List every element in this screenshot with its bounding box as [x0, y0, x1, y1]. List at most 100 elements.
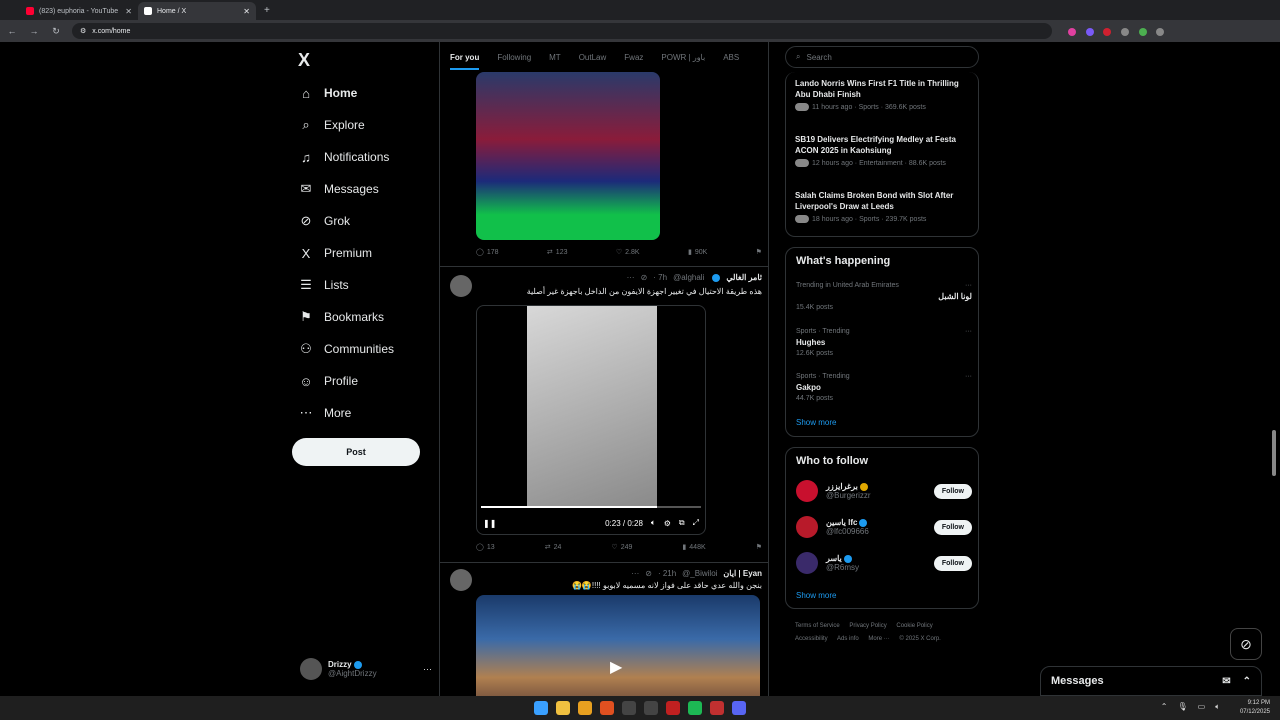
ads-info-link[interactable]: Ads info — [837, 636, 859, 642]
site-info-icon[interactable]: ⚙ — [80, 27, 86, 35]
app-icon[interactable] — [622, 701, 636, 715]
expand-icon[interactable]: ⌃ — [1243, 676, 1251, 687]
tab-for-you[interactable]: For you — [450, 53, 480, 70]
sidebar-item-communities[interactable]: ⚇ Communities — [298, 339, 394, 359]
close-icon[interactable]: ✕ — [243, 7, 250, 16]
play-icon[interactable]: ▶ — [610, 657, 622, 677]
repost-button[interactable]: ⇄ 24 — [545, 543, 562, 552]
more-icon[interactable]: ··· — [965, 373, 972, 380]
pip-icon[interactable]: ⧉ — [679, 518, 685, 528]
settings-icon[interactable]: ⚙ — [664, 519, 671, 528]
post-button[interactable]: Post — [292, 438, 420, 466]
views-button[interactable]: ▮ 448K — [682, 543, 705, 552]
grok-icon[interactable]: ⊘ — [641, 273, 648, 282]
avatar[interactable] — [796, 516, 818, 538]
tweet-author[interactable]: ايان | Eyan — [723, 569, 762, 578]
mic-icon[interactable]: 🎙︎ — [1177, 702, 1187, 712]
avatar[interactable] — [796, 552, 818, 574]
messages-drawer[interactable]: Messages ✉ ⌃ — [1040, 666, 1262, 696]
more-icon[interactable]: ··· — [965, 282, 972, 289]
trend-item[interactable]: Sports · Trending ··· Gakpo 44.7K posts — [796, 373, 972, 402]
windows-start-icon[interactable] — [534, 701, 548, 715]
tab-abs[interactable]: ABS — [723, 53, 739, 62]
sidebar-item-grok[interactable]: ⊘ Grok — [298, 211, 350, 231]
back-icon[interactable]: ← — [6, 26, 18, 36]
follow-button[interactable]: Follow — [933, 483, 972, 499]
new-message-icon[interactable]: ✉ — [1222, 676, 1230, 687]
news-item[interactable]: SB19 Delivers Electrifying Medley at Fes… — [795, 134, 973, 167]
extension-icon[interactable] — [1103, 27, 1112, 36]
app-icon[interactable] — [666, 701, 680, 715]
sidebar-item-more[interactable]: ⋯ More — [298, 403, 352, 423]
tweet[interactable]: ··· ⊘ · 7h @alghali ثامر الغالي هذه طريق… — [440, 266, 768, 562]
network-icon[interactable]: ▭ — [1198, 702, 1206, 712]
like-button[interactable]: ♡ 249 — [611, 543, 632, 552]
tweet-video-thumbnail[interactable]: ▶ — [476, 595, 760, 696]
new-tab-button[interactable]: + — [264, 5, 270, 16]
address-bar[interactable]: ⚙ x.com/home — [72, 23, 1052, 39]
sidebar-item-lists[interactable]: ☰ Lists — [298, 275, 349, 295]
search-input[interactable]: ⌕ Search — [785, 46, 979, 68]
tab-x-home[interactable]: Home / X ✕ — [138, 2, 256, 20]
app-icon[interactable] — [710, 701, 724, 715]
sidebar-item-profile[interactable]: ☺ Profile — [298, 371, 358, 391]
show-more-link[interactable]: Show more — [796, 418, 836, 427]
sidebar-item-explore[interactable]: ⌕ Explore — [298, 115, 364, 135]
tweet[interactable]: ··· ⊘ · 21h @_Biwiloi ايان | Eyan بنجن و… — [440, 562, 768, 696]
tweet-time[interactable]: · 7h — [653, 273, 667, 282]
reply-button[interactable]: ◯ 178 — [476, 248, 499, 257]
more-icon[interactable]: ··· — [631, 569, 639, 578]
more-icon[interactable]: ··· — [423, 664, 432, 674]
app-icon[interactable] — [644, 701, 658, 715]
suggested-user[interactable]: ياسين lfc @lfc009666 Follow — [796, 516, 972, 538]
tab-following[interactable]: Following — [497, 53, 531, 62]
repost-button[interactable]: ⇄ 123 — [547, 248, 568, 257]
extension-icon[interactable] — [1068, 27, 1076, 36]
scrollbar[interactable] — [1272, 430, 1276, 476]
tab-mt[interactable]: MT — [549, 53, 561, 62]
reply-button[interactable]: ◯ 13 — [476, 543, 495, 552]
tab-fwaz[interactable]: Fwaz — [624, 53, 643, 62]
volume-icon[interactable]: 🔈︎ — [1215, 702, 1220, 712]
clock[interactable]: 9:12 PM 07/12/2025 — [1240, 699, 1270, 717]
video-progress-bar[interactable] — [481, 506, 701, 508]
terms-link[interactable]: Terms of Service — [795, 623, 840, 629]
discord-icon[interactable] — [732, 701, 746, 715]
follow-button[interactable]: Follow — [933, 519, 972, 535]
pause-icon[interactable]: ❚❚ — [483, 519, 496, 528]
file-explorer-icon[interactable] — [556, 701, 570, 715]
reload-icon[interactable]: ↻ — [50, 26, 62, 37]
trend-item[interactable]: Trending in United Arab Emirates ··· لونا … — [796, 282, 972, 311]
privacy-link[interactable]: Privacy Policy — [849, 623, 886, 629]
avatar[interactable] — [450, 569, 472, 591]
like-button[interactable]: ♡ 2.8K — [616, 248, 640, 257]
sidebar-item-messages[interactable]: ✉ Messages — [298, 179, 379, 199]
tweet-handle[interactable]: @_Biwiloi — [682, 569, 717, 578]
news-item[interactable]: Lando Norris Wins First F1 Title in Thri… — [795, 78, 973, 111]
news-item[interactable]: Salah Claims Broken Bond with Slot After… — [795, 190, 973, 223]
x-logo[interactable]: X — [298, 50, 310, 71]
spotify-icon[interactable] — [688, 701, 702, 715]
close-icon[interactable]: ✕ — [125, 7, 132, 16]
tweet-time[interactable]: · 21h — [658, 569, 676, 578]
brave-icon[interactable] — [600, 701, 614, 715]
tab-youtube[interactable]: (823) euphoria - YouTube ✕ — [20, 2, 138, 20]
video-player[interactable]: ❚❚ 0:23 / 0:28 🔈︎ ⚙ ⧉ ⤢ — [476, 305, 706, 535]
more-icon[interactable]: ··· — [965, 328, 972, 335]
more-link[interactable]: More ··· — [868, 636, 889, 642]
grok-icon[interactable]: ⊘ — [645, 569, 652, 578]
chevron-up-icon[interactable]: ⌃ — [1161, 702, 1168, 712]
suggested-user[interactable]: برغرايززر @Burgerizzr Follow — [796, 480, 972, 502]
tab-outlaw[interactable]: OutLaw — [579, 53, 607, 62]
volume-icon[interactable]: 🔈︎ — [651, 518, 656, 528]
tab-powr[interactable]: POWR | باور — [661, 53, 705, 62]
chrome-icon[interactable] — [578, 701, 592, 715]
sidebar-item-premium[interactable]: X Premium — [298, 243, 372, 263]
follow-button[interactable]: Follow — [933, 555, 972, 571]
sidebar-item-home[interactable]: ⌂ Home — [298, 83, 357, 103]
sidebar-item-bookmarks[interactable]: ⚑ Bookmarks — [298, 307, 384, 327]
extension-icon[interactable] — [1138, 27, 1147, 36]
avatar[interactable] — [796, 480, 818, 502]
forward-icon[interactable]: → — [28, 26, 40, 36]
extension-icon[interactable] — [1156, 27, 1165, 36]
